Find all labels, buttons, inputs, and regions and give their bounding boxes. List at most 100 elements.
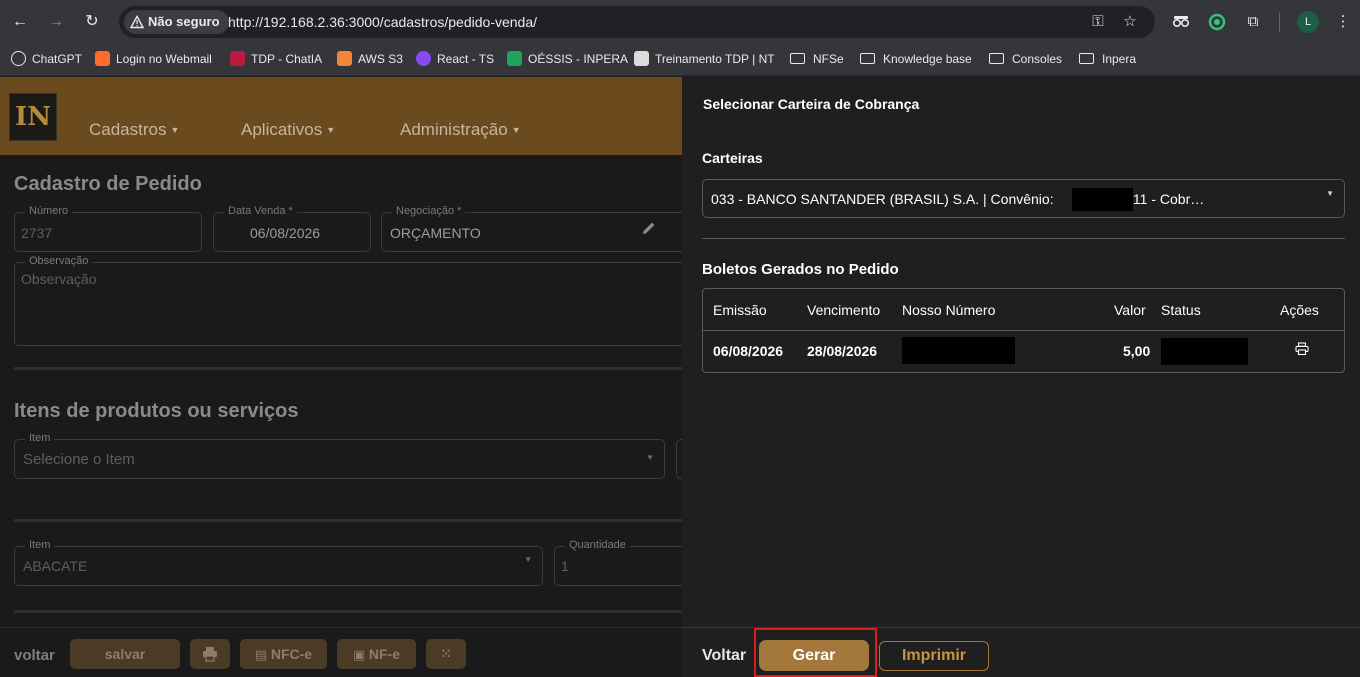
chatgpt-icon <box>11 50 26 66</box>
forward-arrow-icon[interactable]: → <box>45 11 67 33</box>
boletos-title: Boletos Gerados no Pedido <box>702 261 899 278</box>
voltar-link[interactable]: voltar <box>14 647 55 664</box>
bookmark-folder-knowledge[interactable]: Knowledge base <box>860 44 972 76</box>
redacted-block <box>1072 188 1133 211</box>
carteira-drawer: Selecionar Carteira de Cobrança Carteira… <box>682 77 1360 677</box>
data-venda-value: 06/08/2026 <box>250 225 321 241</box>
doc-icon <box>634 50 649 66</box>
numero-value: 2737 <box>21 225 53 241</box>
salvar-button[interactable]: salvar <box>70 639 180 669</box>
print-button[interactable] <box>190 639 230 669</box>
caret-down-icon: ▼ <box>170 125 180 135</box>
folder-icon <box>989 52 1004 64</box>
item-row-label: Item <box>25 539 55 551</box>
negociacao-field[interactable]: Negociação * ORÇAMENTO <box>381 205 682 252</box>
bookmark-label: Inpera <box>1102 52 1137 66</box>
spy-extension-icon[interactable] <box>1170 11 1192 33</box>
col-nosso-numero: Nosso Número <box>902 302 996 318</box>
caret-down-icon: ▼ <box>326 125 336 135</box>
reload-icon[interactable]: ↻ <box>81 11 103 33</box>
imprimir-button[interactable]: Imprimir <box>879 641 989 671</box>
caret-down-icon: ▼ <box>511 125 521 135</box>
browser-toolbar: ← → ↻ Não seguro http://192.168.2.36:300… <box>0 0 1360 44</box>
bookmark-webmail[interactable]: Login no Webmail <box>95 44 212 76</box>
drawer-divider <box>702 238 1345 239</box>
loading-button[interactable]: ⁙ <box>426 639 466 669</box>
warning-icon <box>130 15 144 29</box>
key-icon[interactable]: ⚿ <box>1089 13 1107 31</box>
voltar-button[interactable]: Voltar <box>702 647 746 665</box>
table-header: Emissão Vencimento Nosso Número Valor St… <box>703 289 1344 331</box>
carteira-suffix: | 11 - Cobr… <box>1125 191 1205 207</box>
carteira-select[interactable]: 033 - BANCO SANTANDER (BRASIL) S.A. | Co… <box>702 179 1345 218</box>
negociacao-value: ORÇAMENTO <box>390 225 481 241</box>
app-footer-bar: voltar salvar ▤ NFC-e ▣ NF-e ⁙ <box>0 627 682 677</box>
bookmark-label: TDP - ChatIA <box>251 52 323 66</box>
bookmark-oessis[interactable]: OÉSSIS - INPERA <box>507 44 628 76</box>
gerar-button[interactable]: Gerar <box>759 640 869 671</box>
pencil-icon[interactable] <box>641 220 657 236</box>
item-row-select[interactable]: Item ABACATE ▼ <box>14 539 543 586</box>
menu-cadastros[interactable]: Cadastros ▼ <box>89 120 179 140</box>
observacao-field[interactable]: Observação Observação <box>14 255 682 346</box>
menu-label: Administração <box>400 120 508 139</box>
folder-icon <box>790 52 805 64</box>
back-arrow-icon[interactable]: ← <box>9 11 31 33</box>
react-icon <box>416 50 431 66</box>
inpera-logo[interactable]: IN <box>9 93 57 141</box>
data-venda-field[interactable]: Data Venda * 06/08/2026 <box>213 205 371 252</box>
star-icon[interactable]: ☆ <box>1121 13 1139 31</box>
cell-vencimento: 28/08/2026 <box>807 343 878 359</box>
numero-field[interactable]: Número 2737 <box>14 205 202 252</box>
drawer-title: Selecionar Carteira de Cobrança <box>703 96 920 112</box>
bookmark-folder-inpera[interactable]: Inpera <box>1079 44 1136 76</box>
bookmark-label: Treinamento TDP | NT <box>655 52 775 66</box>
security-chip[interactable]: Não seguro <box>124 10 229 34</box>
aws-icon <box>337 50 352 66</box>
bookmark-treinamento[interactable]: Treinamento TDP | NT <box>634 44 775 76</box>
app-header: IN Cadastros ▼ Aplicativos ▼ Administração… <box>0 77 682 155</box>
url-text[interactable]: http://192.168.2.36:3000/cadastros/pedid… <box>228 6 537 38</box>
quantidade-label: Quantidade <box>565 539 630 551</box>
bookmark-folder-consoles[interactable]: Consoles <box>989 44 1062 76</box>
caret-down-icon: ▼ <box>1326 189 1334 198</box>
numero-label: Número <box>25 205 73 217</box>
folder-icon <box>1079 52 1094 64</box>
nfce-button[interactable]: ▤ NFC-e <box>240 639 327 669</box>
bookmark-react-ts[interactable]: React - TS <box>416 44 494 76</box>
bookmark-label: ChatGPT <box>32 52 83 66</box>
observacao-label: Observação <box>25 255 93 267</box>
boletos-table: Emissão Vencimento Nosso Número Valor St… <box>702 288 1345 373</box>
menu-aplicativos[interactable]: Aplicativos ▼ <box>241 120 335 140</box>
bookmark-label: Login no Webmail <box>116 52 212 66</box>
bookmark-aws-s3[interactable]: AWS S3 <box>337 44 403 76</box>
address-bar[interactable]: Não seguro http://192.168.2.36:3000/cada… <box>119 6 1155 38</box>
caret-down-icon: ▼ <box>646 453 654 462</box>
section-divider <box>14 367 682 370</box>
nfe-button[interactable]: ▣ NF-e <box>337 639 416 669</box>
nfe-label: NF-e <box>368 646 401 662</box>
bookmark-folder-nfse[interactable]: NFSe <box>790 44 844 76</box>
quantidade-field[interactable]: Quantidade 1 <box>554 539 682 586</box>
extensions-puzzle-icon[interactable]: ⧉ <box>1242 11 1264 33</box>
menu-label: Cadastros <box>89 120 167 139</box>
kebab-menu-icon[interactable]: ⋮ <box>1332 11 1354 33</box>
bookmark-chatgpt[interactable]: ChatGPT <box>11 44 82 76</box>
app-background-page: IN Cadastros ▼ Aplicativos ▼ Administração… <box>0 77 682 677</box>
green-ring-extension-icon[interactable] <box>1206 11 1228 33</box>
caret-down-icon: ▼ <box>524 555 532 564</box>
section-divider <box>14 610 682 613</box>
toolbar-separator <box>1279 12 1280 32</box>
profile-avatar[interactable]: L <box>1297 11 1319 33</box>
observacao-placeholder: Observação <box>21 271 97 287</box>
bookmark-label: React - TS <box>437 52 495 66</box>
printer-icon[interactable] <box>1295 342 1309 356</box>
item-select[interactable]: Item Selecione o Item ▼ <box>14 432 665 479</box>
bookmark-label: Knowledge base <box>883 52 972 66</box>
carteiras-label: Carteiras <box>702 150 763 166</box>
data-venda-label: Data Venda * <box>224 205 297 217</box>
redacted-status <box>1161 338 1248 365</box>
bookmark-label: OÉSSIS - INPERA <box>528 52 629 66</box>
bookmark-tdp-chatia[interactable]: TDP - ChatIA <box>230 44 322 76</box>
menu-administracao[interactable]: Administração ▼ <box>400 120 521 140</box>
